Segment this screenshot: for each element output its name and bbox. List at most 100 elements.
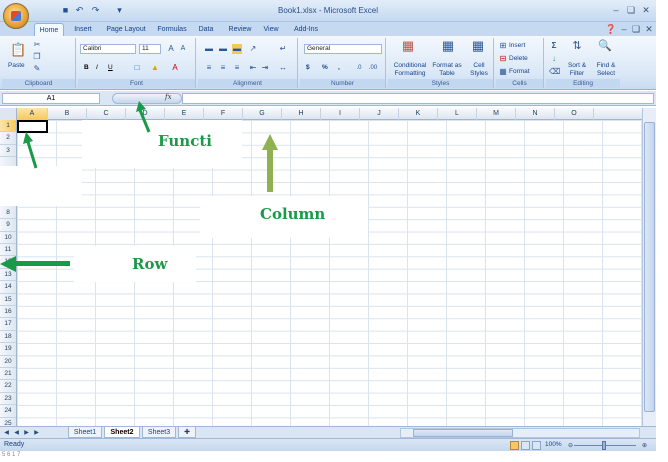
row-header-16[interactable]: 16 [0,306,16,319]
tab-add-ins[interactable]: Add-Ins [287,23,325,36]
sheet-tab-sheet3[interactable]: Sheet3 [142,427,176,438]
office-button[interactable] [3,3,29,29]
horizontal-scroll-thumb[interactable] [413,429,513,437]
copy-icon[interactable]: ❐ [32,52,42,62]
currency-button[interactable]: $ [306,64,310,72]
paste-icon[interactable]: 📋 [10,42,26,58]
wrap-text-icon[interactable]: ↵ [278,44,288,54]
percent-button[interactable]: % [322,64,328,72]
zoom-slider-thumb[interactable] [602,441,606,450]
row-header-24[interactable]: 24 [0,405,16,418]
row-header-20[interactable]: 20 [0,356,16,368]
column-header-k[interactable]: K [399,108,438,120]
vertical-scroll-thumb[interactable] [644,122,655,412]
increase-indent-icon[interactable]: ⇥ [260,63,270,73]
format-button[interactable]: Format [509,68,530,76]
format-cells-icon[interactable]: ▦ [498,67,508,77]
bold-button[interactable]: B [84,64,89,72]
delete-button[interactable]: Delete [509,55,528,63]
underline-button[interactable]: U [108,64,113,72]
format-as-table-icon[interactable]: ▦ [440,39,456,57]
column-header-c[interactable]: C [87,108,126,120]
row-header-18[interactable]: 18 [0,331,16,344]
align-top-icon[interactable]: ▬ [204,44,214,54]
zoom-level[interactable]: 100% [545,441,562,448]
vertical-scrollbar[interactable] [642,108,656,426]
column-header-b[interactable]: B [48,108,87,120]
name-box[interactable]: A1 [2,93,100,104]
insert-button[interactable]: Insert [509,42,525,50]
decrease-decimal-icon[interactable]: .00 [368,63,378,73]
row-header-22[interactable]: 22 [0,380,16,393]
select-all-button[interactable] [0,108,17,120]
format-painter-icon[interactable]: ✎ [32,64,42,74]
font-size-select[interactable]: 11 [139,44,161,54]
orientation-icon[interactable]: ↗ [248,44,258,54]
align-right-icon[interactable]: ≡ [232,63,242,73]
find-select-icon[interactable]: 🔍 [598,41,612,55]
align-bottom-icon[interactable]: ▬ [232,44,242,54]
clear-icon[interactable]: ⌫ [549,67,560,77]
column-header-g[interactable]: G [243,108,282,120]
conditional-formatting-icon[interactable]: ▦ [400,39,416,57]
row-header-10[interactable]: 10 [0,232,16,244]
close-icon[interactable]: ✕ [640,4,652,16]
insert-sheet-icon[interactable]: ✚ [178,427,196,438]
paste-button[interactable]: Paste [8,62,25,70]
tab-insert[interactable]: Insert [68,23,98,36]
row-header-17[interactable]: 17 [0,318,16,331]
comma-button[interactable]: , [338,64,340,72]
column-header-l[interactable]: L [438,108,477,120]
tab-view[interactable]: View [258,23,284,36]
row-header-23[interactable]: 23 [0,393,16,406]
page-break-view-icon[interactable] [532,441,541,450]
tab-page-layout[interactable]: Page Layout [103,23,149,36]
ribbon-minimize-icon[interactable]: – [618,23,630,35]
help-icon[interactable]: ❓ [605,23,617,35]
column-header-f[interactable]: F [204,108,243,120]
zoom-in-icon[interactable]: ⊕ [640,441,649,451]
font-name-select[interactable]: Calibri [80,44,136,54]
ribbon-restore-icon[interactable]: ❏ [630,23,642,35]
sheet-tab-sheet2[interactable]: Sheet2 [104,427,140,438]
cell-styles-button[interactable]: Cell Styles [466,62,492,78]
tab-home[interactable]: Home [34,23,64,36]
row-header-19[interactable]: 19 [0,343,16,356]
find-select-button[interactable]: Find & Select [592,62,620,78]
formula-input[interactable] [182,93,654,104]
align-center-icon[interactable]: ≡ [218,63,228,73]
column-header-o[interactable]: O [555,108,594,120]
column-header-j[interactable]: J [360,108,399,120]
column-header-m[interactable]: M [477,108,516,120]
fill-color-icon[interactable]: ▲ [150,63,160,73]
sort-filter-icon[interactable]: ⇅ [570,41,584,55]
insert-function-button[interactable]: fx [165,93,172,101]
conditional-formatting-button[interactable]: Conditional Formatting [390,62,430,78]
row-header-11[interactable]: 11 [0,244,16,257]
column-header-e[interactable]: E [165,108,204,120]
align-middle-icon[interactable]: ▬ [218,44,228,54]
number-format-select[interactable]: General [304,44,382,54]
first-sheet-icon[interactable]: ◀ [2,428,11,438]
row-header-3[interactable]: 3 [0,145,16,158]
row-header-25[interactable]: 25 [0,418,16,426]
font-color-icon[interactable]: A [170,63,180,73]
cell-styles-icon[interactable]: ▦ [470,39,486,57]
increase-decimal-icon[interactable]: .0 [354,63,364,73]
normal-view-icon[interactable] [510,441,519,450]
autosum-icon[interactable]: Σ [549,41,559,51]
ribbon-close-icon[interactable]: ✕ [643,23,655,35]
delete-cells-icon[interactable]: ⊟ [498,54,508,64]
sheet-tab-sheet1[interactable]: Sheet1 [68,427,102,438]
minimize-icon[interactable]: – [610,4,622,16]
horizontal-scrollbar[interactable] [400,428,640,438]
column-header-n[interactable]: N [516,108,555,120]
merge-center-icon[interactable]: ↔ [278,63,288,73]
tab-data[interactable]: Data [192,23,220,36]
last-sheet-icon[interactable]: ▶ [32,428,41,438]
shrink-font-icon[interactable]: A [178,44,188,54]
tab-review[interactable]: Review [223,23,257,36]
column-header-a[interactable]: A [17,108,48,120]
column-header-h[interactable]: H [282,108,321,120]
decrease-indent-icon[interactable]: ⇤ [248,63,258,73]
